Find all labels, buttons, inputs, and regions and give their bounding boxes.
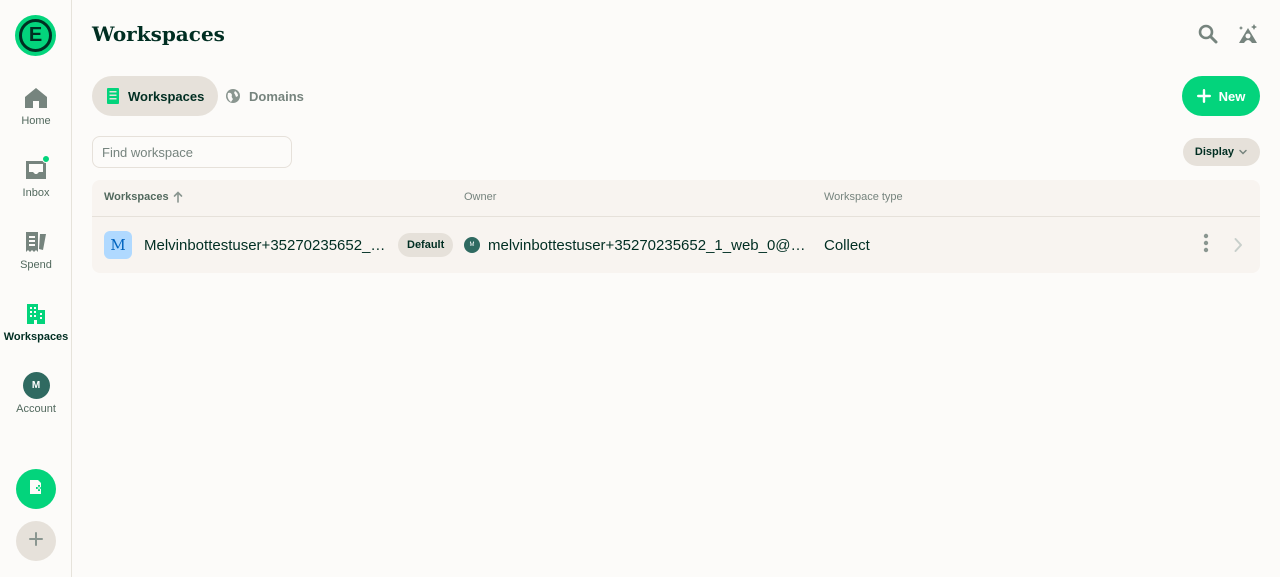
sidebar-item-spend[interactable]: Spend xyxy=(0,230,72,271)
sparkle-person-icon xyxy=(1237,23,1259,50)
sidebar-item-label: Account xyxy=(16,403,56,415)
plus-icon xyxy=(28,531,44,552)
new-button-label: New xyxy=(1218,88,1246,104)
kebab-menu-icon xyxy=(1203,233,1209,258)
chevron-right-icon xyxy=(1228,233,1248,257)
avatar: M xyxy=(22,372,50,399)
workspaces-table: Workspaces Owner Workspace type M Melvin… xyxy=(92,180,1260,273)
sidebar-item-label: Inbox xyxy=(22,187,50,199)
tab-workspaces[interactable]: Workspaces xyxy=(92,76,219,116)
chevron-down-icon xyxy=(1238,147,1248,157)
arrow-up-icon xyxy=(173,191,183,203)
display-button-label: Display xyxy=(1194,146,1235,158)
sidebar-item-label: Spend xyxy=(20,259,52,271)
sidebar-item-label: Workspaces xyxy=(3,331,69,343)
default-badge: Default xyxy=(398,233,454,257)
sidebar: E Home Inbox Spend Workspaces M Account xyxy=(0,0,72,577)
table-header: Workspaces Owner Workspace type xyxy=(92,180,1260,217)
column-header-workspace-type: Workspace type xyxy=(824,191,903,203)
sidebar-item-home[interactable]: Home xyxy=(0,86,72,127)
owner-email: melvinbottestuser+35270235652_1_web_0@gm… xyxy=(488,237,808,254)
tab-label: Domains xyxy=(249,88,304,104)
building-icon xyxy=(24,302,48,326)
receipt-plus-icon xyxy=(28,479,44,500)
sidebar-item-inbox[interactable]: Inbox xyxy=(0,155,72,199)
workspace-avatar: M xyxy=(104,231,132,259)
sidebar-item-workspaces[interactable]: Workspaces xyxy=(0,302,72,343)
search-button[interactable] xyxy=(1197,24,1219,49)
unread-indicator xyxy=(42,155,50,163)
plus-icon xyxy=(1196,89,1211,103)
building-icon xyxy=(106,88,120,104)
column-header-owner: Owner xyxy=(464,191,497,203)
tab-domains[interactable]: Domains xyxy=(211,76,318,116)
search-icon xyxy=(1198,24,1218,49)
trips-button[interactable] xyxy=(1237,23,1259,50)
workspace-name: Melvinbottestuser+35270235652_1_web_0's … xyxy=(144,237,389,254)
new-workspace-button[interactable]: New xyxy=(1182,76,1260,116)
home-icon xyxy=(24,86,48,110)
display-button[interactable]: Display xyxy=(1183,138,1260,166)
table-row[interactable]: M Melvinbottestuser+35270235652_1_web_0'… xyxy=(92,217,1260,273)
owner-avatar: M xyxy=(464,237,480,253)
tab-label: Workspaces xyxy=(128,88,205,104)
page-title: Workspaces xyxy=(92,22,225,46)
expensify-logo[interactable]: E xyxy=(15,15,56,56)
receipt-icon xyxy=(24,230,48,254)
sidebar-item-label: Home xyxy=(21,115,51,127)
column-header-workspaces[interactable]: Workspaces xyxy=(104,191,183,203)
global-create-button[interactable] xyxy=(16,521,56,561)
inbox-icon xyxy=(24,155,50,182)
column-label: Workspaces xyxy=(104,191,169,203)
workspace-type: Collect xyxy=(824,237,870,254)
logo-letter: E xyxy=(19,19,52,52)
create-expense-button[interactable] xyxy=(16,469,56,509)
more-options-button[interactable] xyxy=(1196,233,1216,257)
find-workspace-input[interactable] xyxy=(92,136,292,168)
globe-icon xyxy=(225,88,241,104)
sidebar-item-account[interactable]: M Account xyxy=(0,372,72,415)
